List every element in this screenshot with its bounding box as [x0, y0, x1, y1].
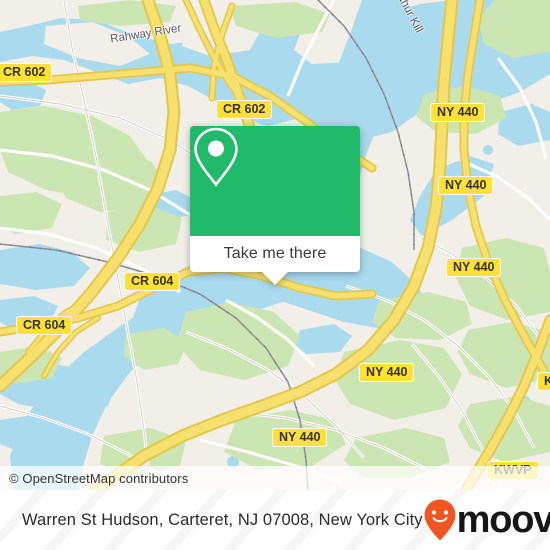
location-popup-card[interactable]: Take me there [190, 126, 360, 285]
map-attribution-bar: © OpenStreetMap contributors [0, 466, 550, 490]
map-pin-icon [194, 127, 238, 187]
take-me-there-label: Take me there [223, 245, 327, 262]
road-shield: NY 440 [359, 363, 415, 383]
road-shield: CR 602 [216, 100, 273, 120]
moovit-logo[interactable]: moovit [423, 498, 550, 542]
road-shield: NY 440 [430, 103, 486, 123]
road-shield: CR 604 [16, 316, 73, 336]
address-text: Warren St Hudson, Carteret, NJ 07008, Ne… [22, 510, 423, 529]
popup-pointer-tail [262, 272, 288, 285]
moovit-wordmark: moovit [456, 499, 550, 541]
popup-image-area [190, 126, 360, 236]
osm-attribution-text[interactable]: © OpenStreetMap contributors [9, 471, 188, 486]
take-me-there-button[interactable]: Take me there [190, 236, 360, 272]
moovit-pin-icon [424, 499, 456, 541]
road-shield: CR 602 [0, 63, 53, 83]
caption-bar: Warren St Hudson, Carteret, NJ 07008, Ne… [0, 490, 550, 550]
road-shield: NY 440 [446, 258, 502, 278]
road-shield: NY 440 [272, 428, 328, 448]
screenshot-root: Rahway River Arthur Kill CR 602 CR 602 CR 6… [0, 0, 550, 550]
map-canvas[interactable]: Rahway River Arthur Kill CR 602 CR 602 CR 6… [0, 0, 550, 490]
road-shield: KWVP [537, 372, 550, 392]
road-shield: NY 440 [438, 176, 494, 196]
road-shield: CR 604 [124, 272, 181, 292]
